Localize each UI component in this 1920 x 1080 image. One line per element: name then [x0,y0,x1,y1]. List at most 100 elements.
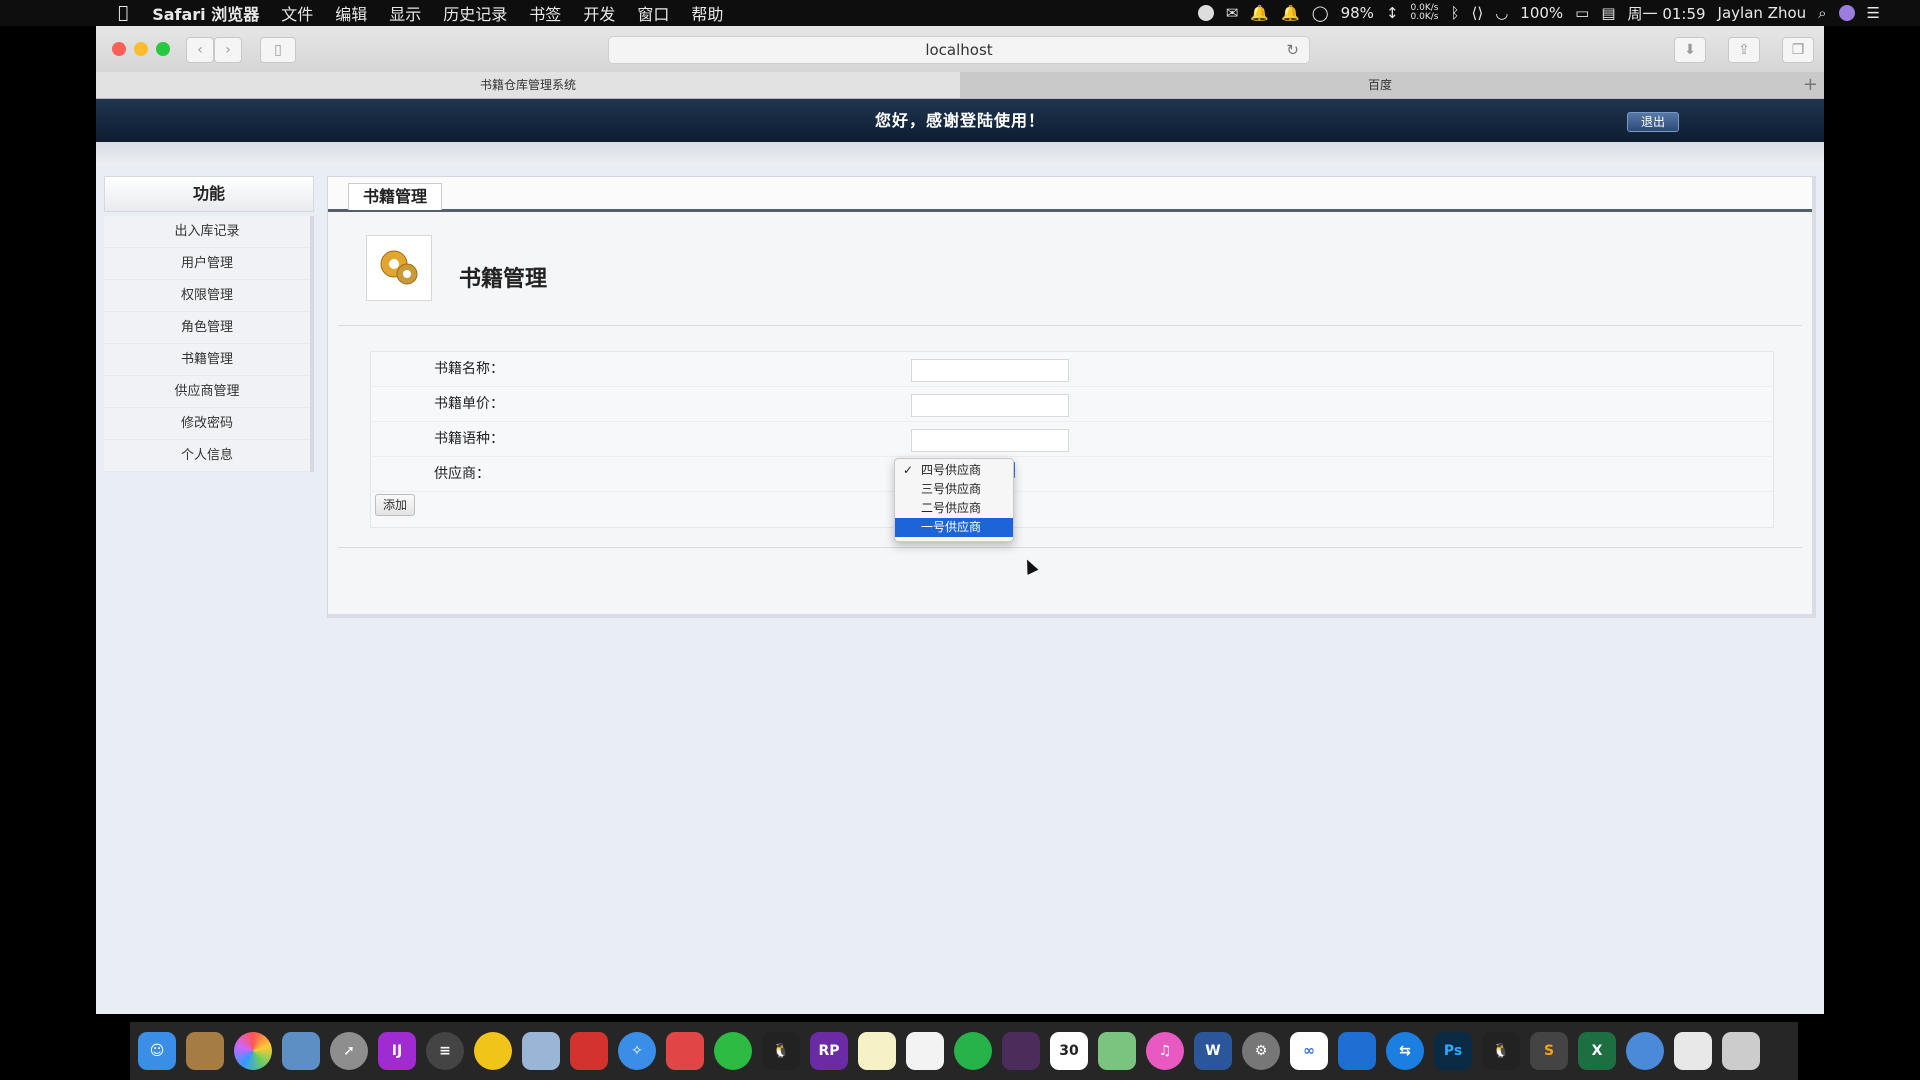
datetime[interactable]: 周一 01:59 [1628,3,1706,24]
screenshot-icon[interactable] [666,1032,704,1070]
logout-button[interactable]: 退出 [1627,112,1679,132]
book-name-input[interactable] [911,359,1069,382]
menu-bookmarks[interactable]: 书签 [529,1,561,25]
menu-window[interactable]: 窗口 [637,1,669,25]
jprofiler-icon[interactable] [1002,1032,1040,1070]
book-language-input[interactable] [911,429,1069,452]
intellij-icon[interactable]: IJ [378,1032,416,1070]
flag-icon[interactable]: ▤ [1601,4,1615,22]
wechat-status-icon[interactable]: ✉ [1226,4,1239,22]
code-icon[interactable]: ⟨⟩ [1471,4,1483,22]
close-button[interactable] [112,42,126,56]
sidebar-toggle-icon[interactable]: ▯ [260,37,296,63]
download-icon[interactable]: ⬇ [1674,37,1706,63]
supplier-label: 供应商： [434,466,490,482]
notes2-icon[interactable] [906,1032,944,1070]
main-tabbar: 书籍管理 [328,177,1812,212]
chrome-icon[interactable] [1626,1032,1664,1070]
search-icon[interactable]: ⌕ [1818,4,1826,22]
qqmusic-icon[interactable] [954,1032,992,1070]
stickies-icon[interactable] [858,1032,896,1070]
record-icon[interactable] [1197,5,1214,21]
name-label: 书籍名称： [434,361,504,377]
squirrel-icon[interactable] [474,1032,512,1070]
itunes-icon[interactable]: ♫ [1146,1032,1184,1070]
bell-icon[interactable]: 🔔 [1281,4,1300,22]
database-icon[interactable] [522,1032,560,1070]
menu-edit[interactable]: 编辑 [335,1,367,25]
redis-icon[interactable] [570,1032,608,1070]
back-icon[interactable]: ‹ [186,37,214,63]
supplier-option[interactable]: 二号供应商 [895,499,1013,518]
supplier-option-highlighted[interactable]: 一号供应商 [895,518,1013,537]
app-menu[interactable]: Safari 浏览器 [152,1,259,25]
tab-baidu[interactable]: 百度 [960,72,1800,98]
option-label: 三号供应商 [921,482,982,496]
sublime-icon[interactable]: ≡ [426,1032,464,1070]
new-tab-button[interactable]: + [1803,72,1818,98]
circle-status-icon[interactable]: ◯ [1312,4,1329,22]
teamviewer2-icon[interactable]: ⇆ [1386,1032,1424,1070]
forward-icon[interactable]: › [214,37,242,63]
share-icon[interactable]: ⇪ [1728,37,1760,63]
wifi-icon[interactable]: ◡ [1495,4,1508,22]
sidebar-item-users[interactable]: 用户管理 [104,248,310,280]
user-name[interactable]: Jaylan Zhou [1718,4,1807,22]
sidebar-item-books[interactable]: 书籍管理 [104,344,310,376]
tabs-overview-icon[interactable]: ❐ [1782,37,1814,63]
add-button[interactable]: 添加 [375,494,415,516]
sidebar-title: 功能 [104,176,314,212]
menu-develop[interactable]: 开发 [583,1,615,25]
menu-history[interactable]: 历史记录 [443,1,507,25]
form-row-name: 书籍名称： [371,352,1773,387]
qq2-icon[interactable]: 🐧 [1482,1032,1520,1070]
book-price-input[interactable] [911,394,1069,417]
trash-icon[interactable] [1722,1032,1760,1070]
finder-icon[interactable]: ☺ [138,1032,176,1070]
menu-file[interactable]: 文件 [281,1,313,25]
notification-icon[interactable]: 🔔 [1250,4,1269,22]
teamviewer-icon[interactable] [1338,1032,1376,1070]
baidunetdisk-icon[interactable]: ∞ [1290,1032,1328,1070]
maximize-button[interactable] [156,42,170,56]
documents-icon[interactable] [1674,1032,1712,1070]
sidebar-item-permissions[interactable]: 权限管理 [104,280,310,312]
photos-icon[interactable] [234,1032,272,1070]
tab-label: 百度 [1367,78,1392,92]
menu-help[interactable]: 帮助 [691,1,723,25]
sidebar-item-suppliers[interactable]: 供应商管理 [104,376,310,408]
menu-view[interactable]: 显示 [389,1,421,25]
bluetooth-icon[interactable]: ᛒ [1450,4,1459,22]
sidebar-item-roles[interactable]: 角色管理 [104,312,310,344]
sublime2-icon[interactable]: S [1530,1032,1568,1070]
calendar-icon[interactable]: 30 [1050,1032,1088,1070]
battery-icon[interactable]: ▭ [1575,4,1589,22]
siri-icon[interactable] [1838,5,1855,21]
tab-book-management[interactable]: 书籍管理 [348,183,442,210]
word-icon[interactable]: W [1194,1032,1232,1070]
supplier-option[interactable]: ✓ 四号供应商 [895,461,1013,480]
wechat-icon[interactable] [714,1032,752,1070]
photoshop-icon[interactable]: Ps [1434,1032,1472,1070]
maps-icon[interactable] [1098,1032,1136,1070]
sidebar-item-password[interactable]: 修改密码 [104,408,310,440]
minimize-button[interactable] [134,42,148,56]
header-banner: 您好，感谢登陆使用！ 退出 [96,99,1824,142]
axure-icon[interactable]: RP [810,1032,848,1070]
safari-icon[interactable]: ✧ [618,1032,656,1070]
settings-icon[interactable]: ⚙ [1242,1032,1280,1070]
list-icon[interactable]: ☰ [1867,4,1880,22]
notes-icon[interactable] [186,1032,224,1070]
net-speed: 0.0K/s 0.0K/s [1411,4,1439,22]
tab-book-system[interactable]: 书籍仓库管理系统 [96,72,960,98]
address-bar[interactable]: localhost ↻ [608,36,1310,64]
sidebar-item-profile[interactable]: 个人信息 [104,440,310,472]
sidebar-item-records[interactable]: 出入库记录 [104,216,310,248]
launchpad-icon[interactable]: ➚ [330,1032,368,1070]
reload-icon[interactable]: ↻ [1286,37,1299,63]
supplier-option[interactable]: 三号供应商 [895,480,1013,499]
apple-icon[interactable]:  [118,3,128,23]
preview-icon[interactable] [282,1032,320,1070]
qq-icon[interactable]: 🐧 [762,1032,800,1070]
excel-icon[interactable]: X [1578,1032,1616,1070]
